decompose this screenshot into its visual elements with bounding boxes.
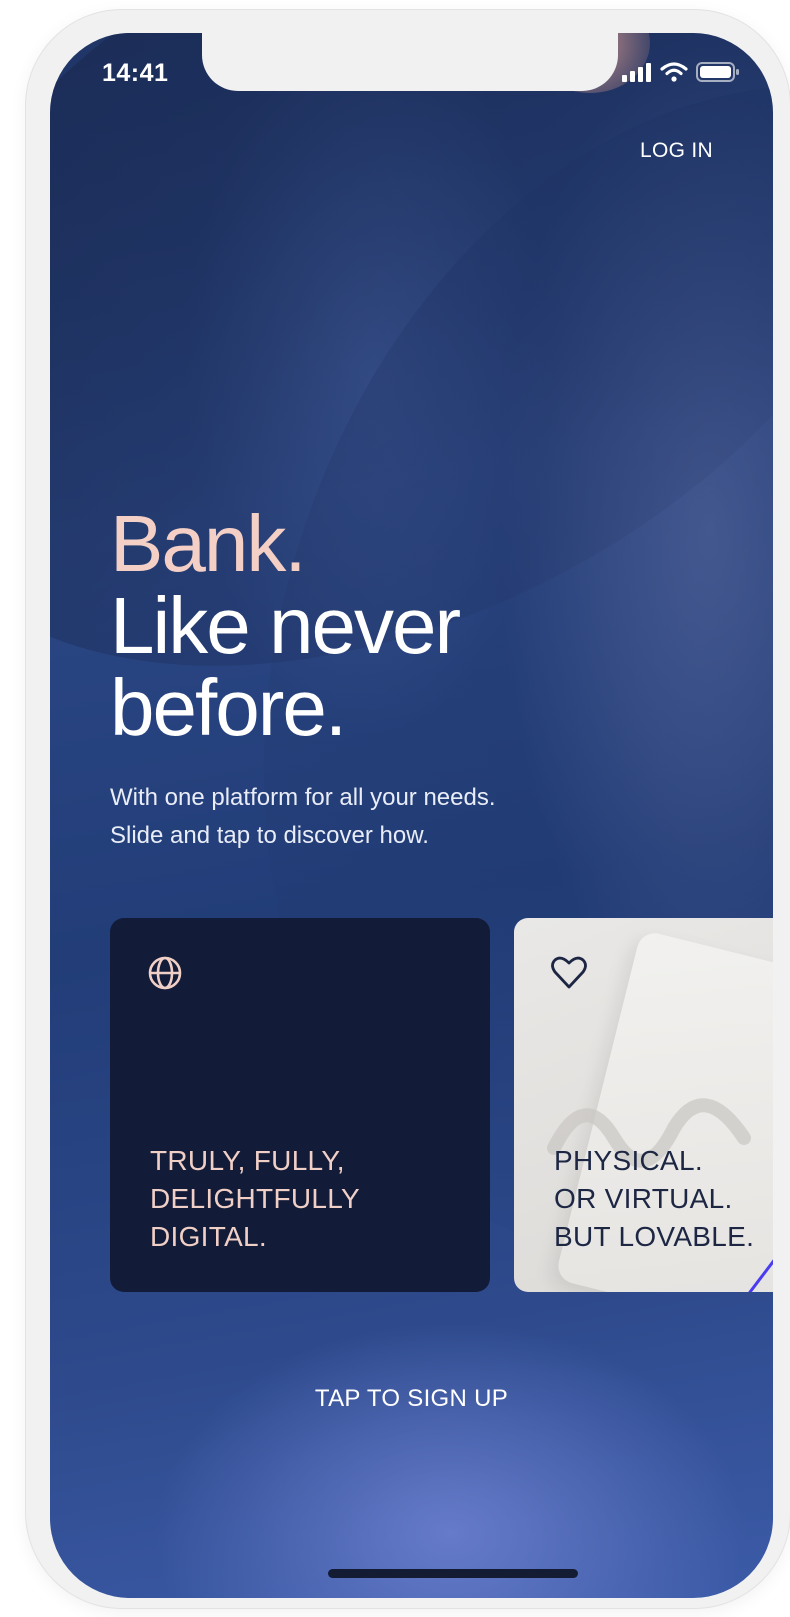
signal-icon [622,63,651,82]
login-button[interactable]: LOG IN [640,139,713,163]
accent-stroke [748,1259,773,1292]
card-caption: TRULY, FULLY, DELIGHTFULLY DIGITAL. [150,1142,360,1256]
wifi-icon [660,62,688,82]
headline-line-bank: Bank. [110,499,307,588]
home-indicator[interactable] [328,1569,578,1578]
status-icons [622,61,740,83]
card-caption: PHYSICAL. OR VIRTUAL. BUT LOVABLE. [554,1142,754,1256]
card-caption-line: PHYSICAL. [554,1145,703,1176]
card-caption-line: TRULY, FULLY, [150,1145,345,1176]
headline-line-like-never: Like never [110,581,461,670]
signup-button[interactable]: TAP TO SIGN UP [50,1385,773,1413]
status-time: 14:41 [102,59,169,87]
card-caption-line: BUT LOVABLE. [554,1221,755,1252]
card-caption-line: DIGITAL. [150,1221,268,1252]
hero-headline: Bank. Like never before. [110,499,461,752]
app-screen: 14:41 LOG IN Bank. Like never before. Wi… [50,33,773,1598]
feature-card-digital[interactable]: TRULY, FULLY, DELIGHTFULLY DIGITAL. [110,918,490,1292]
subtext-line: Slide and tap to discover how. [110,822,429,849]
heart-icon [551,956,587,989]
card-caption-line: DELIGHTFULLY [150,1183,361,1214]
feature-card-physical[interactable]: PHYSICAL. OR VIRTUAL. BUT LOVABLE. [514,918,773,1292]
hero-subtext: With one platform for all your needs. Sl… [110,779,496,855]
card-caption-line: OR VIRTUAL. [554,1183,733,1214]
headline-line-before: before. [110,663,347,752]
globe-icon [148,956,182,990]
device-notch [202,33,618,91]
battery-icon [696,62,739,82]
subtext-line: With one platform for all your needs. [110,784,496,811]
